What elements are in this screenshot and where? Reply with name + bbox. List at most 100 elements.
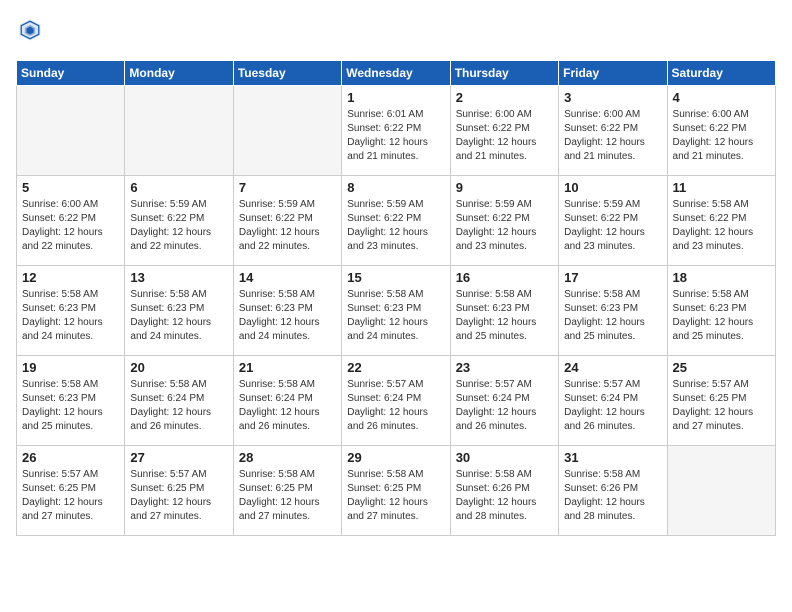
- day-number: 20: [130, 360, 227, 375]
- calendar-cell: 19Sunrise: 5:58 AM Sunset: 6:23 PM Dayli…: [17, 356, 125, 446]
- calendar-table: SundayMondayTuesdayWednesdayThursdayFrid…: [16, 60, 776, 536]
- logo-icon: [16, 16, 44, 44]
- day-info: Sunrise: 5:58 AM Sunset: 6:25 PM Dayligh…: [239, 468, 336, 524]
- day-info: Sunrise: 5:57 AM Sunset: 6:25 PM Dayligh…: [673, 378, 770, 434]
- day-number: 1: [347, 90, 444, 105]
- day-info: Sunrise: 5:58 AM Sunset: 6:23 PM Dayligh…: [22, 378, 119, 434]
- day-info: Sunrise: 5:59 AM Sunset: 6:22 PM Dayligh…: [564, 198, 661, 254]
- calendar-header-row: SundayMondayTuesdayWednesdayThursdayFrid…: [17, 61, 776, 86]
- calendar-header-saturday: Saturday: [667, 61, 775, 86]
- calendar-week-4: 19Sunrise: 5:58 AM Sunset: 6:23 PM Dayli…: [17, 356, 776, 446]
- day-info: Sunrise: 6:00 AM Sunset: 6:22 PM Dayligh…: [673, 108, 770, 164]
- day-number: 26: [22, 450, 119, 465]
- day-info: Sunrise: 5:58 AM Sunset: 6:23 PM Dayligh…: [130, 288, 227, 344]
- day-number: 2: [456, 90, 553, 105]
- day-number: 28: [239, 450, 336, 465]
- day-info: Sunrise: 5:59 AM Sunset: 6:22 PM Dayligh…: [239, 198, 336, 254]
- day-number: 24: [564, 360, 661, 375]
- day-info: Sunrise: 5:58 AM Sunset: 6:23 PM Dayligh…: [673, 288, 770, 344]
- day-info: Sunrise: 6:00 AM Sunset: 6:22 PM Dayligh…: [22, 198, 119, 254]
- calendar-cell: 8 Sunrise: 5:59 AM Sunset: 6:22 PM Daylig…: [342, 176, 450, 266]
- day-info: Sunrise: 5:59 AM Sunset: 6:22 PM Dayligh…: [347, 198, 444, 254]
- day-number: 13: [130, 270, 227, 285]
- day-info: Sunrise: 5:59 AM Sunset: 6:22 PM Dayligh…: [456, 198, 553, 254]
- calendar-cell: 2 Sunrise: 6:00 AM Sunset: 6:22 PM Daylig…: [450, 86, 558, 176]
- day-number: 7: [239, 180, 336, 195]
- calendar-cell: 31 Sunrise: 5:58 AM Sunset: 6:26 PM Dayli…: [559, 446, 667, 536]
- day-info: Sunrise: 5:58 AM Sunset: 6:24 PM Dayligh…: [130, 378, 227, 434]
- day-number: 29: [347, 450, 444, 465]
- calendar-cell: 16 Sunrise: 5:58 AM Sunset: 6:23 PM Dayli…: [450, 266, 558, 356]
- day-number: 23: [456, 360, 553, 375]
- calendar-week-1: 1 Sunrise: 6:01 AM Sunset: 6:22 PM Daylig…: [17, 86, 776, 176]
- day-info: Sunrise: 5:58 AM Sunset: 6:24 PM Dayligh…: [239, 378, 336, 434]
- day-number: 30: [456, 450, 553, 465]
- day-number: 14: [239, 270, 336, 285]
- day-info: Sunrise: 5:58 AM Sunset: 6:23 PM Dayligh…: [347, 288, 444, 344]
- day-number: 8: [347, 180, 444, 195]
- day-number: 18: [673, 270, 770, 285]
- day-number: 16: [456, 270, 553, 285]
- calendar-cell: [17, 86, 125, 176]
- calendar-cell: [233, 86, 341, 176]
- calendar-header-tuesday: Tuesday: [233, 61, 341, 86]
- day-info: Sunrise: 5:57 AM Sunset: 6:24 PM Dayligh…: [456, 378, 553, 434]
- calendar-cell: 3 Sunrise: 6:00 AM Sunset: 6:22 PM Daylig…: [559, 86, 667, 176]
- logo: [16, 16, 48, 44]
- calendar-cell: 22Sunrise: 5:57 AM Sunset: 6:24 PM Dayli…: [342, 356, 450, 446]
- day-number: 3: [564, 90, 661, 105]
- day-info: Sunrise: 6:01 AM Sunset: 6:22 PM Dayligh…: [347, 108, 444, 164]
- day-info: Sunrise: 5:58 AM Sunset: 6:26 PM Dayligh…: [564, 468, 661, 524]
- calendar-cell: 15 Sunrise: 5:58 AM Sunset: 6:23 PM Dayli…: [342, 266, 450, 356]
- calendar-cell: 27 Sunrise: 5:57 AM Sunset: 6:25 PM Dayli…: [125, 446, 233, 536]
- day-info: Sunrise: 5:57 AM Sunset: 6:25 PM Dayligh…: [130, 468, 227, 524]
- calendar-cell: 11 Sunrise: 5:58 AM Sunset: 6:22 PM Dayli…: [667, 176, 775, 266]
- calendar-cell: 6 Sunrise: 5:59 AM Sunset: 6:22 PM Daylig…: [125, 176, 233, 266]
- day-number: 25: [673, 360, 770, 375]
- calendar-cell: [125, 86, 233, 176]
- calendar-cell: 1 Sunrise: 6:01 AM Sunset: 6:22 PM Daylig…: [342, 86, 450, 176]
- calendar-cell: 17 Sunrise: 5:58 AM Sunset: 6:23 PM Dayli…: [559, 266, 667, 356]
- day-info: Sunrise: 5:58 AM Sunset: 6:22 PM Dayligh…: [673, 198, 770, 254]
- day-info: Sunrise: 6:00 AM Sunset: 6:22 PM Dayligh…: [456, 108, 553, 164]
- calendar-cell: 5Sunrise: 6:00 AM Sunset: 6:22 PM Daylig…: [17, 176, 125, 266]
- day-info: Sunrise: 6:00 AM Sunset: 6:22 PM Dayligh…: [564, 108, 661, 164]
- calendar-cell: 25 Sunrise: 5:57 AM Sunset: 6:25 PM Dayli…: [667, 356, 775, 446]
- calendar-header-friday: Friday: [559, 61, 667, 86]
- calendar-cell: 10 Sunrise: 5:59 AM Sunset: 6:22 PM Dayli…: [559, 176, 667, 266]
- day-info: Sunrise: 5:59 AM Sunset: 6:22 PM Dayligh…: [130, 198, 227, 254]
- day-number: 6: [130, 180, 227, 195]
- calendar-cell: 21 Sunrise: 5:58 AM Sunset: 6:24 PM Dayli…: [233, 356, 341, 446]
- day-number: 15: [347, 270, 444, 285]
- day-info: Sunrise: 5:58 AM Sunset: 6:23 PM Dayligh…: [22, 288, 119, 344]
- calendar-cell: 24 Sunrise: 5:57 AM Sunset: 6:24 PM Dayli…: [559, 356, 667, 446]
- day-info: Sunrise: 5:58 AM Sunset: 6:23 PM Dayligh…: [564, 288, 661, 344]
- calendar-cell: 18 Sunrise: 5:58 AM Sunset: 6:23 PM Dayli…: [667, 266, 775, 356]
- day-info: Sunrise: 5:58 AM Sunset: 6:23 PM Dayligh…: [456, 288, 553, 344]
- calendar-cell: 28 Sunrise: 5:58 AM Sunset: 6:25 PM Dayli…: [233, 446, 341, 536]
- day-number: 9: [456, 180, 553, 195]
- calendar-cell: 4 Sunrise: 6:00 AM Sunset: 6:22 PM Daylig…: [667, 86, 775, 176]
- calendar-header-thursday: Thursday: [450, 61, 558, 86]
- calendar-cell: 20 Sunrise: 5:58 AM Sunset: 6:24 PM Dayli…: [125, 356, 233, 446]
- calendar-week-5: 26 Sunrise: 5:57 AM Sunset: 6:25 PM Dayli…: [17, 446, 776, 536]
- day-number: 4: [673, 90, 770, 105]
- day-number: 27: [130, 450, 227, 465]
- day-number: 11: [673, 180, 770, 195]
- calendar-cell: 30Sunrise: 5:58 AM Sunset: 6:26 PM Dayli…: [450, 446, 558, 536]
- day-info: Sunrise: 5:57 AM Sunset: 6:25 PM Dayligh…: [22, 468, 119, 524]
- calendar-cell: 7 Sunrise: 5:59 AM Sunset: 6:22 PM Daylig…: [233, 176, 341, 266]
- day-info: Sunrise: 5:58 AM Sunset: 6:23 PM Dayligh…: [239, 288, 336, 344]
- calendar-cell: 13 Sunrise: 5:58 AM Sunset: 6:23 PM Dayli…: [125, 266, 233, 356]
- day-info: Sunrise: 5:57 AM Sunset: 6:24 PM Dayligh…: [564, 378, 661, 434]
- day-number: 21: [239, 360, 336, 375]
- day-number: 17: [564, 270, 661, 285]
- page-header: [16, 16, 776, 44]
- day-number: 31: [564, 450, 661, 465]
- calendar-cell: 9 Sunrise: 5:59 AM Sunset: 6:22 PM Daylig…: [450, 176, 558, 266]
- day-number: 10: [564, 180, 661, 195]
- calendar-week-2: 5Sunrise: 6:00 AM Sunset: 6:22 PM Daylig…: [17, 176, 776, 266]
- calendar-cell: 26 Sunrise: 5:57 AM Sunset: 6:25 PM Dayli…: [17, 446, 125, 536]
- calendar-week-3: 12Sunrise: 5:58 AM Sunset: 6:23 PM Dayli…: [17, 266, 776, 356]
- calendar-header-wednesday: Wednesday: [342, 61, 450, 86]
